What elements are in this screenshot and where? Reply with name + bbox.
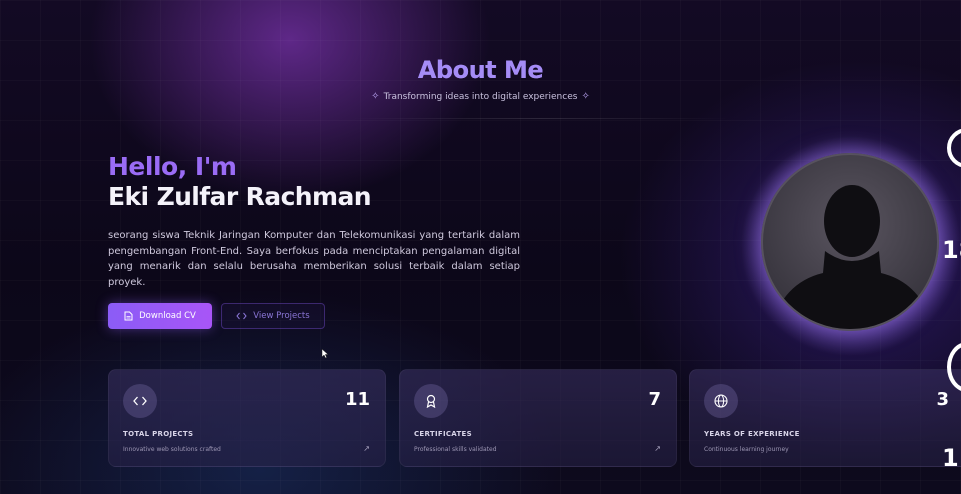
award-icon [414, 384, 448, 418]
arrow-up-right-icon[interactable]: ↗ [363, 444, 370, 453]
code-icon [236, 312, 247, 320]
profile-name: Eki Zulfar Rachman [108, 182, 372, 211]
stat-description: Innovative web solutions crafted [123, 446, 221, 453]
stat-value: 3 [936, 389, 949, 410]
stat-label: TOTAL PROJECTS [123, 430, 194, 438]
globe-icon [704, 384, 738, 418]
stat-card-certificates: 7 CERTIFICATES Professional skills valid… [399, 369, 677, 467]
section-subtitle-text: Transforming ideas into digital experien… [383, 91, 578, 102]
sparkle-icon: ✧ [581, 91, 590, 102]
download-cv-label: Download CV [139, 311, 196, 321]
section-subtitle: ✧ Transforming ideas into digital experi… [371, 91, 590, 102]
header-divider [350, 118, 730, 119]
stat-value: 11 [344, 389, 370, 410]
person-silhouette-icon [770, 185, 934, 329]
file-icon [124, 311, 133, 321]
edge-text: 18 [942, 236, 961, 264]
section-title: About Me [0, 56, 961, 84]
profile-bio: seorang siswa Teknik Jaringan Komputer d… [108, 230, 520, 288]
stat-card-experience: 3 YEARS OF EXPERIENCE Continuous learnin… [689, 369, 961, 467]
edge-text: 1 [942, 444, 959, 472]
stat-card-projects: 11 TOTAL PROJECTS Innovative web solutio… [108, 369, 386, 467]
mouse-cursor-icon [321, 348, 329, 359]
stat-value: 7 [648, 389, 661, 410]
arrow-up-right-icon[interactable]: ↗ [654, 444, 661, 453]
code-icon [123, 384, 157, 418]
section-header: About Me ✧ Transforming ideas into digit… [0, 56, 961, 103]
sparkle-icon: ✧ [371, 91, 380, 102]
avatar [761, 153, 939, 331]
stat-description: Professional skills validated [414, 446, 497, 453]
greeting: Hello, I'm [108, 152, 237, 181]
stat-label: YEARS OF EXPERIENCE [704, 430, 800, 438]
stat-description: Continuous learning journey [704, 446, 789, 453]
view-projects-button[interactable]: View Projects [221, 303, 325, 329]
stat-label: CERTIFICATES [414, 430, 472, 438]
download-cv-button[interactable]: Download CV [108, 303, 212, 329]
view-projects-label: View Projects [253, 311, 310, 321]
